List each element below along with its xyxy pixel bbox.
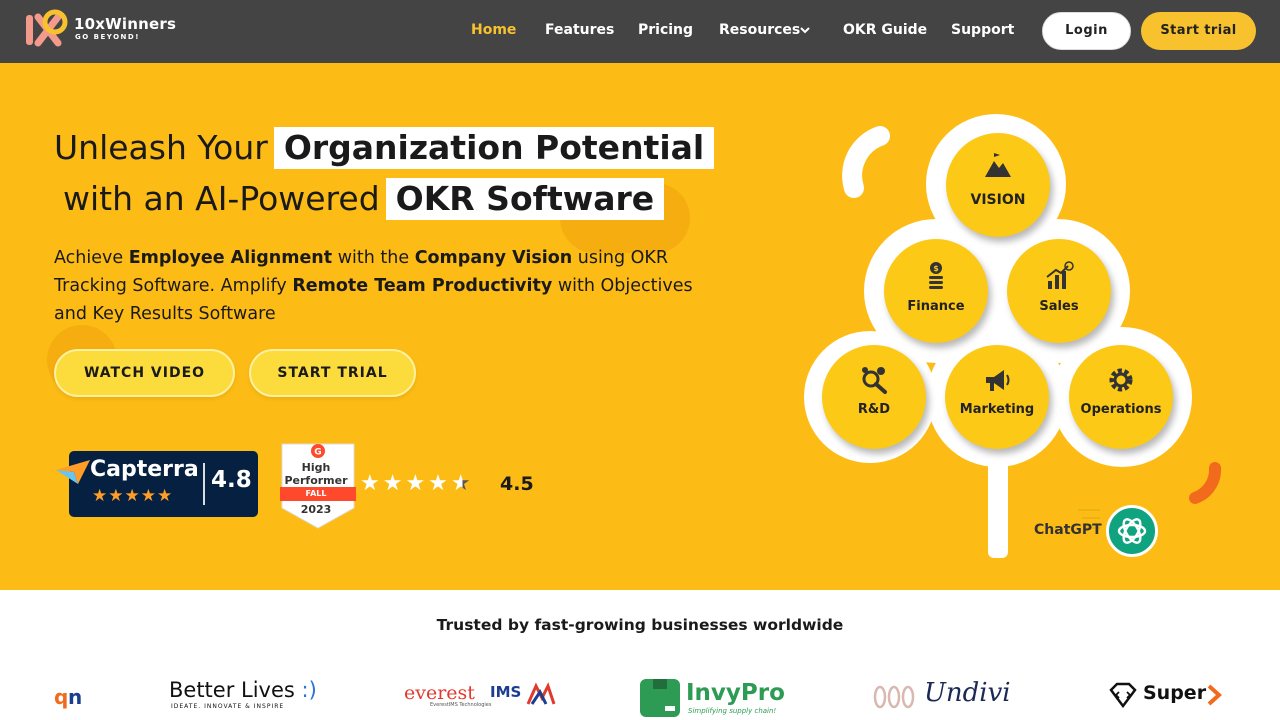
- g2-performer: Performer: [284, 474, 348, 487]
- login-button[interactable]: Login: [1042, 12, 1131, 50]
- invypro-logo: InvyPro Simplifying supply chain!: [639, 670, 794, 720]
- everestims-logo: everest IMS EverestIMS Technologies: [404, 670, 559, 720]
- node-label: Marketing: [959, 402, 1035, 417]
- divider: [203, 463, 205, 505]
- node-label: R&D: [857, 402, 891, 417]
- gears-icon: [1109, 368, 1133, 392]
- chevron-down-icon[interactable]: [800, 26, 810, 34]
- start-trial-hero-button[interactable]: START TRIAL: [249, 349, 416, 397]
- partial-brand-logo: q n: [54, 685, 82, 709]
- betterlives-text: Better Lives: [169, 678, 295, 702]
- start-trial-button[interactable]: Start trial: [1141, 12, 1256, 50]
- subtitle-text: Achieve: [54, 248, 129, 268]
- capterra-name: Capterra: [90, 457, 199, 482]
- undivi-mark-icon: [873, 685, 915, 709]
- invypro-tagline: Simplifying supply chain!: [688, 707, 777, 715]
- betterlives-tagline: IDEATE. INNOVATE & INSPIRE: [171, 703, 285, 710]
- openai-knot-icon: [1117, 518, 1147, 544]
- nav-okr-guide[interactable]: OKR Guide: [843, 22, 927, 38]
- top-navbar: 10xWinners GO BEYOND! Home Features Pric…: [0, 0, 1280, 63]
- headline-plain-2: with an AI-Powered: [63, 179, 380, 218]
- okr-tree-graphic: VISION $ Finance Sales R&D Marketing Ope…: [800, 108, 1240, 588]
- tree-node-marketing: Marketing: [945, 345, 1049, 449]
- node-label: VISION: [970, 192, 1026, 208]
- subtitle-bold: Company Vision: [414, 248, 573, 268]
- watch-video-button[interactable]: WATCH VIDEO: [54, 349, 235, 397]
- capterra-arrow-icon: [56, 460, 90, 484]
- svg-text:q: q: [54, 685, 68, 709]
- undivi-logo: Undivi: [872, 670, 1032, 720]
- brand-logo[interactable]: 10xWinners GO BEYOND!: [24, 7, 177, 49]
- nav-features[interactable]: Features: [545, 22, 614, 38]
- nav-home[interactable]: Home: [471, 22, 516, 38]
- svg-text:$: $: [933, 264, 939, 273]
- diamond-code-icon: [1109, 682, 1137, 708]
- betterlives-logo: Better Lives :) IDEATE. INNOVATE & INSPI…: [169, 670, 329, 720]
- undivi-name: Undivi: [924, 678, 1011, 708]
- tree-node-vision: VISION: [946, 133, 1050, 237]
- tree-node-rnd: R&D: [822, 345, 926, 449]
- node-label: Sales: [1039, 299, 1079, 314]
- logo-tagline: GO BEYOND!: [75, 33, 140, 41]
- customer-logo-carousel: q n Better Lives :) IDEATE. INNOVATE & I…: [54, 670, 1226, 720]
- hero-section: Unleash Your Organization Potential with …: [0, 63, 1280, 590]
- g2-season: FALL: [305, 489, 327, 498]
- super-brand-logo: Super: [1107, 670, 1226, 720]
- trusted-heading: Trusted by fast-growing businesses world…: [436, 616, 844, 634]
- chatgpt-logo-icon: [1106, 505, 1158, 557]
- everest-tagline: EverestIMS Technologies: [430, 702, 492, 708]
- subtitle-bold: Remote Team Productivity: [292, 276, 553, 296]
- research-magnifier-icon: [862, 367, 887, 394]
- headline-highlight-1: Organization Potential: [273, 127, 715, 169]
- mountain-flag-icon: [985, 153, 1011, 177]
- g2-high-performer-badge[interactable]: G High Performer FALL 2023: [280, 440, 356, 530]
- g2-title: High Performer: [280, 461, 352, 487]
- g2-score: 4.5: [500, 473, 534, 495]
- everest-mark-icon: [526, 682, 556, 705]
- g2-stars-full: ★★★★: [360, 471, 451, 496]
- invypro-name: InvyPro: [686, 680, 785, 706]
- megaphone-icon: [986, 370, 1010, 391]
- svg-text:n: n: [68, 685, 82, 709]
- everest-name: everest: [404, 682, 475, 704]
- tree-node-sales: Sales: [1007, 239, 1111, 343]
- g2-stars: ★★★★★: [360, 471, 474, 496]
- super-name: Super: [1143, 682, 1207, 704]
- invypro-box-icon: [640, 679, 680, 717]
- hero-subtitle: Achieve Employee Alignment with the Comp…: [54, 244, 714, 328]
- headline-line-1: Unleash Your Organization Potential: [54, 127, 715, 169]
- subtitle-bold: Employee Alignment: [128, 248, 333, 268]
- subtitle-text: with the: [332, 248, 415, 268]
- headline-highlight-2: OKR Software: [385, 178, 665, 220]
- betterlives-name: Better Lives :): [169, 678, 317, 702]
- chevron-right-icon[interactable]: [1205, 684, 1223, 706]
- nav-support[interactable]: Support: [951, 22, 1014, 38]
- headline-plain-1: Unleash Your: [54, 128, 268, 167]
- capterra-rating-badge[interactable]: Capterra ★★★★★ 4.8: [54, 451, 258, 517]
- logo-mark-icon: [26, 9, 68, 47]
- tree-node-operations: Operations: [1069, 345, 1173, 449]
- headline-line-2: with an AI-Powered OKR Software: [63, 178, 665, 220]
- everest-ims: IMS: [490, 683, 522, 701]
- tree-node-finance: $ Finance: [884, 239, 988, 343]
- betterlives-smile: :): [301, 678, 317, 702]
- logo-name: 10xWinners: [74, 15, 177, 33]
- dollar-coins-icon: $: [929, 262, 943, 289]
- nav-pricing[interactable]: Pricing: [638, 22, 693, 38]
- nav-resources[interactable]: Resources: [719, 22, 800, 38]
- node-label: Operations: [1080, 402, 1162, 417]
- capterra-score: 4.8: [211, 467, 252, 493]
- capterra-stars: ★★★★★: [92, 486, 174, 506]
- node-label: Finance: [907, 299, 965, 314]
- half-star-icon: ★: [450, 471, 474, 496]
- g2-high: High: [301, 461, 331, 474]
- bar-growth-icon: [1046, 261, 1074, 289]
- g2-year: 2023: [300, 503, 332, 516]
- chatgpt-label: ChatGPT: [1034, 522, 1102, 538]
- svg-text:G: G: [314, 448, 321, 458]
